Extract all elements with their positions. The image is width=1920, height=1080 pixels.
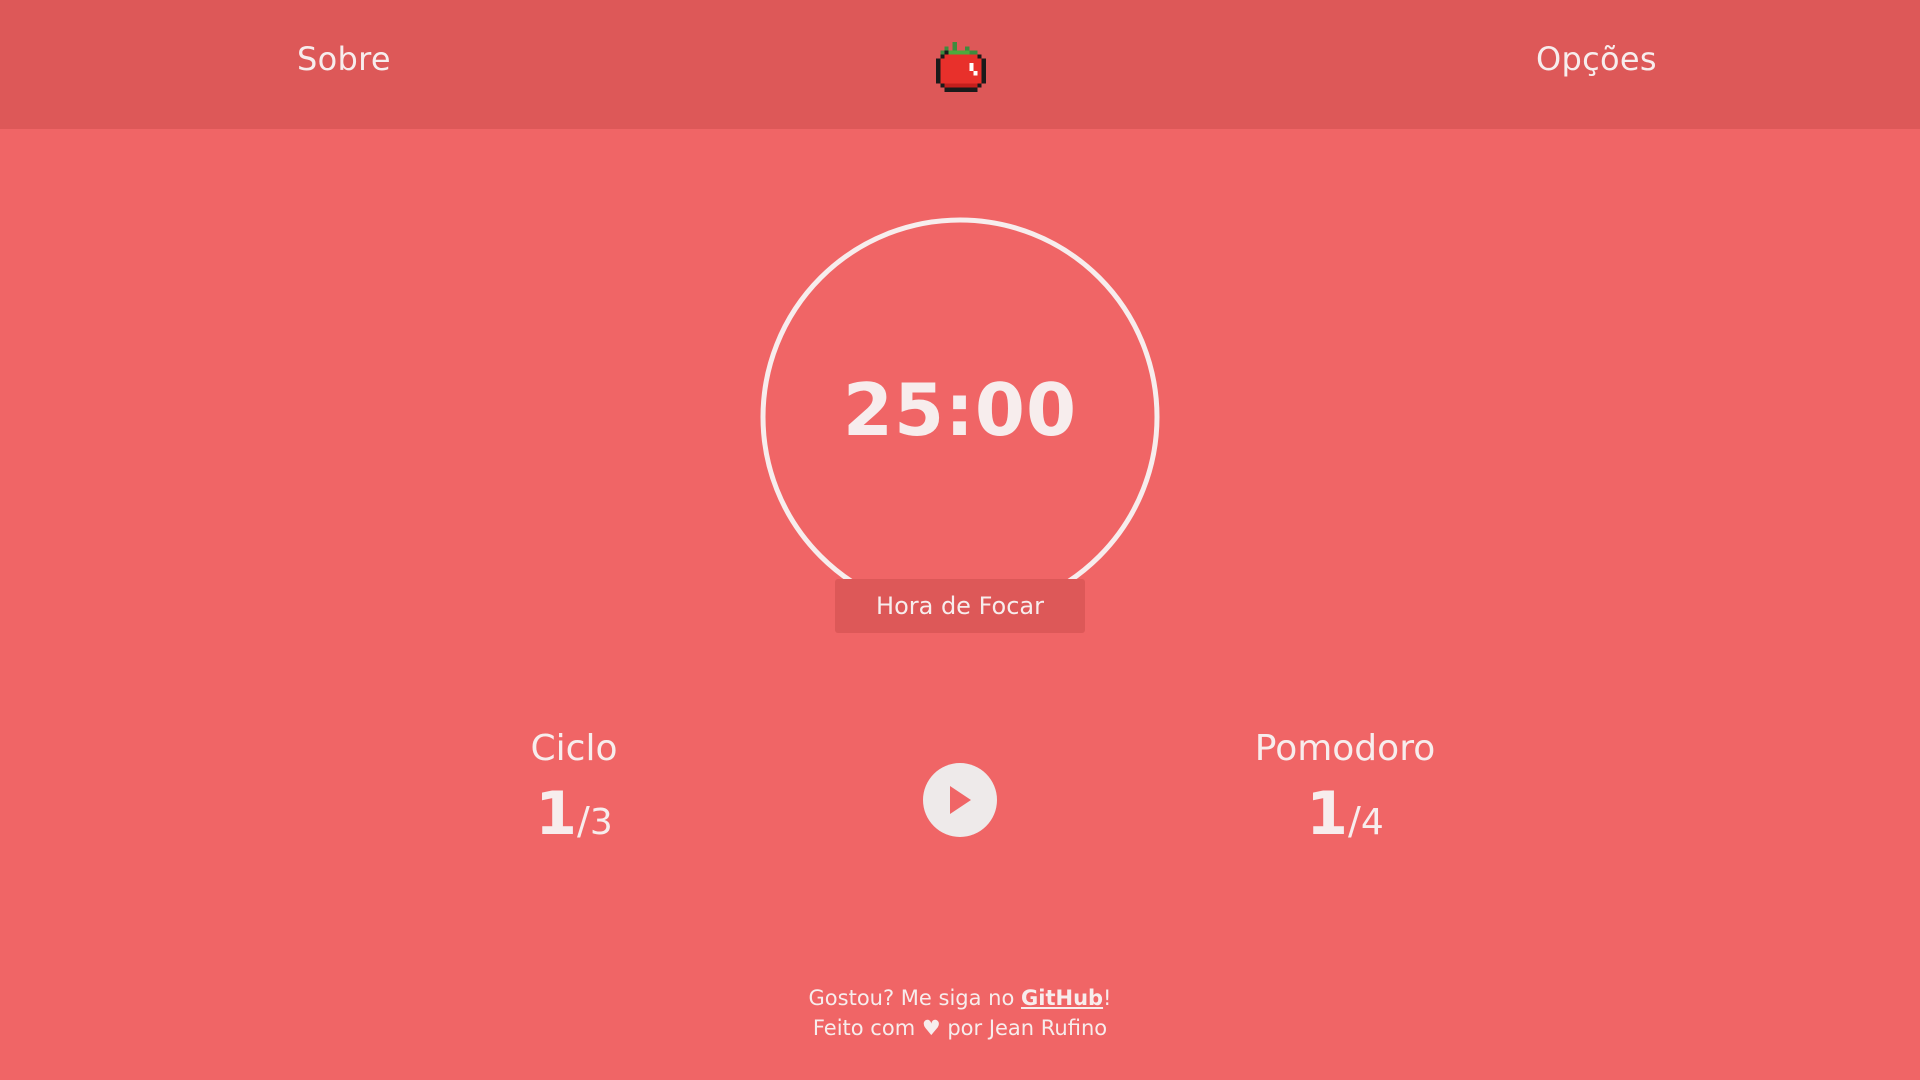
- footer: Gostou? Me siga no GitHub! Feito com ♥ p…: [660, 983, 1260, 1043]
- play-icon: [950, 786, 971, 814]
- pomodoro-title: Pomodoro: [1254, 728, 1436, 769]
- footer-credit: Feito com ♥ por Jean Rufino: [812, 1016, 1108, 1040]
- mode-badge: Hora de Focar: [835, 579, 1085, 633]
- cycle-counter: Ciclo 1/3: [424, 728, 724, 849]
- cycle-title: Ciclo: [530, 728, 618, 769]
- pomodoro-total: 4: [1360, 802, 1384, 843]
- nav-about-link[interactable]: Sobre: [297, 40, 391, 78]
- pomodoro-counter: Pomodoro 1/4: [1195, 728, 1495, 849]
- footer-follow-line: Gostou? Me siga no GitHub!: [660, 983, 1260, 1013]
- cycle-current: 1: [535, 779, 578, 849]
- timer-display: 25:00: [842, 368, 1078, 452]
- play-button[interactable]: [923, 763, 997, 837]
- cycle-separator: /: [577, 799, 590, 843]
- footer-follow-suffix: !: [1103, 986, 1112, 1010]
- pomodoro-value: 1/4: [1195, 779, 1495, 849]
- pomodoro-separator: /: [1348, 799, 1361, 843]
- footer-follow-prefix: Gostou? Me siga no: [808, 986, 1022, 1010]
- tomato-icon[interactable]: [932, 38, 990, 96]
- pomodoro-current: 1: [1306, 779, 1349, 849]
- cycle-total: 3: [589, 802, 613, 843]
- cycle-value: 1/3: [424, 779, 724, 849]
- nav-options-link[interactable]: Opções: [1536, 40, 1657, 78]
- github-link[interactable]: GitHub: [1021, 986, 1103, 1010]
- top-nav-bar: Sobre Opções: [0, 0, 1920, 129]
